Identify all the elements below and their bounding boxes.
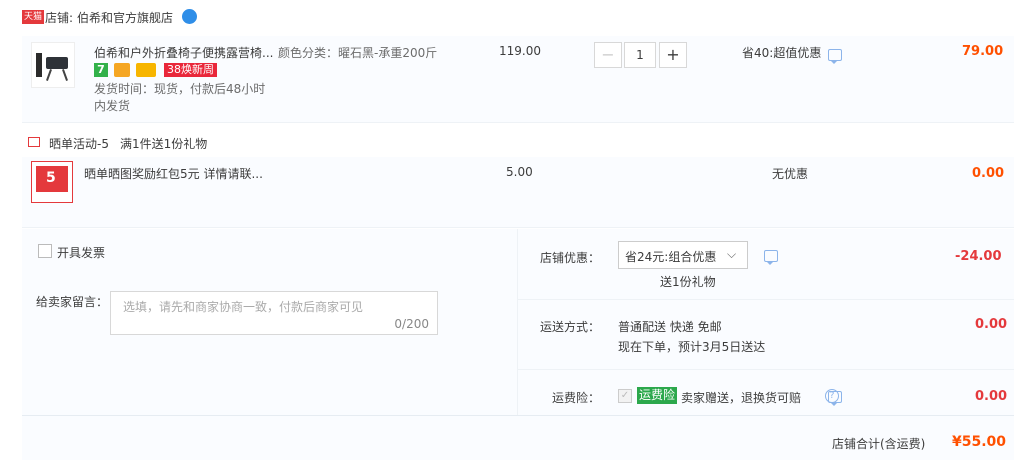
help-icon[interactable]: ? xyxy=(825,389,839,403)
promo-gift-note: 送1份礼物 xyxy=(660,275,716,289)
item-subtotal: 0.00 xyxy=(972,166,1005,181)
shop-total-label: 店铺合计(含运费) xyxy=(832,437,926,451)
insurance-desc: 卖家赠送，退换货可赔 xyxy=(681,391,802,405)
discount-info-icon[interactable] xyxy=(828,49,842,64)
shop-total-amount: ¥55.00 xyxy=(952,434,1007,450)
unit-price: 5.00 xyxy=(506,165,533,179)
shipping-amount: 0.00 xyxy=(975,317,1008,332)
item-discount: 省40:超值优惠 xyxy=(742,46,822,60)
insurance-tag: 运费险 xyxy=(637,387,678,404)
insurance-label: 运费险： xyxy=(552,391,601,405)
product-thumbnail[interactable] xyxy=(31,42,75,88)
shipping-eta: 现在下单，预计3月5日送达 xyxy=(618,340,766,354)
message-label: 给卖家留言： xyxy=(36,295,109,309)
insurance-amount: 0.00 xyxy=(975,389,1008,404)
increase-quantity-button[interactable]: + xyxy=(659,42,687,68)
order-item-row: 伯希和户外折叠椅子便携露营椅... 颜色分类：曜石黑-承重200斤 7 38焕新… xyxy=(22,36,1014,123)
product-spec: 颜色分类：曜石黑-承重200斤 xyxy=(278,46,438,60)
promo-amount: -24.00 xyxy=(955,249,1002,264)
order-options-panel: 开具发票 给卖家留言： 选填，请先和商家协商一致，付款后商家可见 0/200 店… xyxy=(22,229,1014,460)
shop-label: 店铺: xyxy=(45,11,74,25)
shop-name[interactable]: 伯希和官方旗舰店 xyxy=(77,9,173,26)
gift-icon xyxy=(28,137,40,147)
shop-promo-select[interactable]: 省24元:组合优惠 ⌵ xyxy=(618,241,748,269)
order-item-row: 5 晒单晒图奖励红包5元 详情请联... 5.00 无优惠 0.00 xyxy=(22,157,1014,228)
red-packet-amount: 5 xyxy=(46,170,56,186)
shipping-label: 运送方式： xyxy=(540,320,601,334)
gift-activity-header: 晒单活动-5 满1件送1份礼物 xyxy=(22,127,1014,157)
invoice-label[interactable]: 开具发票 xyxy=(57,244,105,261)
row-divider xyxy=(517,369,1014,370)
seller-message-field[interactable]: 选填，请先和商家协商一致，付款后商家可见 0/200 xyxy=(110,291,438,335)
insurance-checkbox: ✓ xyxy=(618,389,632,403)
item-subtotal: 79.00 xyxy=(962,44,1004,59)
quantity-input[interactable]: 1 xyxy=(624,42,656,68)
gift-activity-label: 晒单活动-5 xyxy=(49,137,109,151)
product-title[interactable]: 晒单晒图奖励红包5元 详情请联... xyxy=(84,165,263,182)
chevron-down-icon: ⌵ xyxy=(727,247,737,261)
tmall-badge: 天猫 xyxy=(22,10,45,24)
decrease-quantity-button[interactable]: − xyxy=(594,42,622,68)
promo-info-icon[interactable] xyxy=(764,250,778,265)
message-placeholder: 选填，请先和商家协商一致，付款后商家可见 xyxy=(123,300,364,314)
product-thumbnail[interactable]: 5 xyxy=(31,161,73,203)
shop-promo-selected: 省24元:组合优惠 xyxy=(625,250,717,264)
guarantee-icon xyxy=(114,63,130,77)
delivery-time-line1: 发货时间：现货，付款后48小时 xyxy=(94,82,266,96)
message-counter: 0/200 xyxy=(394,317,429,331)
shipping-method: 普通配送 快递 免邮 xyxy=(618,320,722,334)
product-title[interactable]: 伯希和户外折叠椅子便携露营椅... xyxy=(94,44,273,61)
item-discount: 无优惠 xyxy=(772,167,809,181)
credit-card-icon xyxy=(136,63,156,77)
invoice-checkbox[interactable] xyxy=(38,244,52,258)
unit-price: 119.00 xyxy=(499,44,541,58)
gift-activity-desc: 满1件送1份礼物 xyxy=(120,137,208,151)
promo-38-tag: 38焕新周 xyxy=(164,63,217,77)
panel-divider xyxy=(517,229,518,415)
wangwang-icon[interactable] xyxy=(182,9,197,24)
delivery-time-line2: 内发货 xyxy=(94,99,131,113)
summary-divider xyxy=(22,415,1014,416)
row-divider xyxy=(517,299,1014,300)
shop-header: 天猫 店铺: 伯希和官方旗舰店 xyxy=(0,0,1027,36)
shop-promo-label: 店铺优惠： xyxy=(540,251,601,265)
seven-day-return-icon: 7 xyxy=(94,63,108,77)
